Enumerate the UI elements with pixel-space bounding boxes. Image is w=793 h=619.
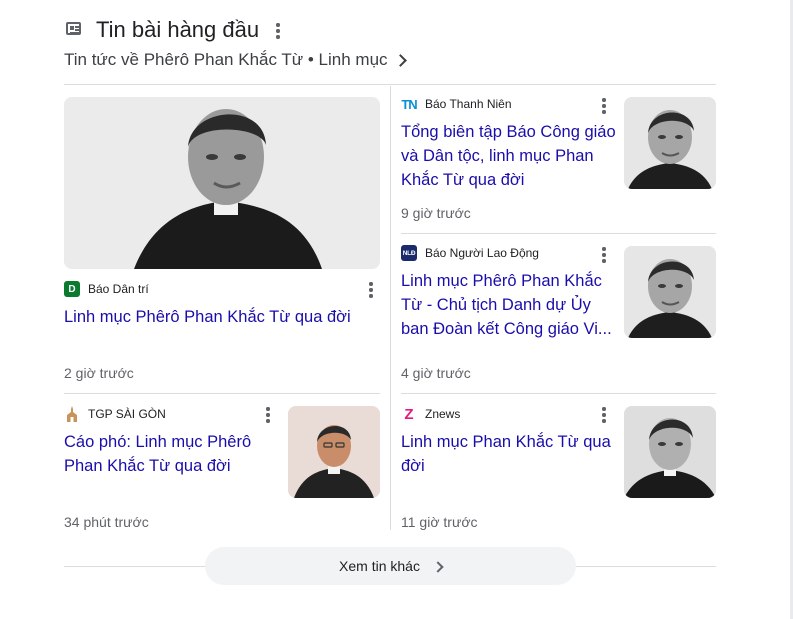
- more-options-icon[interactable]: [596, 405, 612, 425]
- divider: [64, 393, 380, 394]
- topic-link[interactable]: Tin tức về Phêrô Phan Khắc Từ • Linh mục: [64, 50, 407, 70]
- article-time: 4 giờ trước: [401, 365, 471, 381]
- divider: [64, 84, 716, 85]
- more-options-icon[interactable]: [596, 245, 612, 265]
- thanhnien-logo-icon: TN: [401, 96, 417, 112]
- article-time: 11 giờ trước: [401, 514, 478, 530]
- chevron-right-icon: [432, 560, 444, 573]
- source-name: Znews: [425, 407, 461, 421]
- source-name: Báo Thanh Niên: [425, 97, 512, 111]
- article-thumbnail[interactable]: [624, 246, 716, 338]
- church-icon: [64, 406, 80, 422]
- article-headline[interactable]: Linh mục Phêrô Phan Khắc Từ - Chủ tịch D…: [401, 269, 616, 341]
- dantri-logo-icon: D: [64, 281, 80, 297]
- chevron-right-icon: [393, 54, 407, 67]
- source: TGP SÀI GÒN: [64, 406, 166, 422]
- more-news-button[interactable]: Xem tin khác: [205, 547, 576, 585]
- article-headline[interactable]: Cáo phó: Linh mục Phêrô Phan Khắc Từ qua…: [64, 430, 274, 478]
- divider: [401, 233, 716, 234]
- article-thumbnail[interactable]: [624, 406, 716, 498]
- article-image[interactable]: [64, 97, 380, 269]
- news-icon: [66, 22, 81, 35]
- nld-logo-icon: NLĐ: [401, 245, 417, 261]
- source: NLĐ Báo Người Lao Động: [401, 245, 539, 261]
- article-thumbnail[interactable]: [288, 406, 380, 498]
- more-options-icon[interactable]: [596, 96, 612, 116]
- article-headline[interactable]: Tổng biên tập Báo Công giáo và Dân tộc, …: [401, 120, 616, 192]
- source-name: Báo Người Lao Động: [425, 246, 539, 260]
- topic-link-label: Tin tức về Phêrô Phan Khắc Từ • Linh mục: [64, 50, 388, 69]
- section-title: Tin bài hàng đầu: [96, 17, 260, 42]
- more-options-icon[interactable]: [270, 21, 286, 41]
- more-news-label: Xem tin khác: [339, 558, 420, 574]
- article-headline[interactable]: Linh mục Phan Khắc Từ qua đời: [401, 430, 616, 478]
- article-time: 9 giờ trước: [401, 205, 471, 221]
- source: TN Báo Thanh Niên: [401, 96, 512, 112]
- source: Z Znews: [401, 405, 461, 423]
- article-time: 34 phút trước: [64, 514, 149, 530]
- article-headline[interactable]: Linh mục Phêrô Phan Khắc Từ qua đời: [64, 305, 374, 329]
- divider: [401, 393, 716, 394]
- znews-logo-icon: Z: [404, 405, 414, 423]
- source-name: Báo Dân trí: [88, 282, 149, 296]
- column-divider: [390, 86, 391, 530]
- article-thumbnail[interactable]: [624, 97, 716, 189]
- source-name: TGP SÀI GÒN: [88, 407, 166, 421]
- article-time: 2 giờ trước: [64, 365, 134, 381]
- more-options-icon[interactable]: [260, 405, 276, 425]
- source: D Báo Dân trí: [64, 281, 149, 297]
- more-options-icon[interactable]: [363, 280, 379, 300]
